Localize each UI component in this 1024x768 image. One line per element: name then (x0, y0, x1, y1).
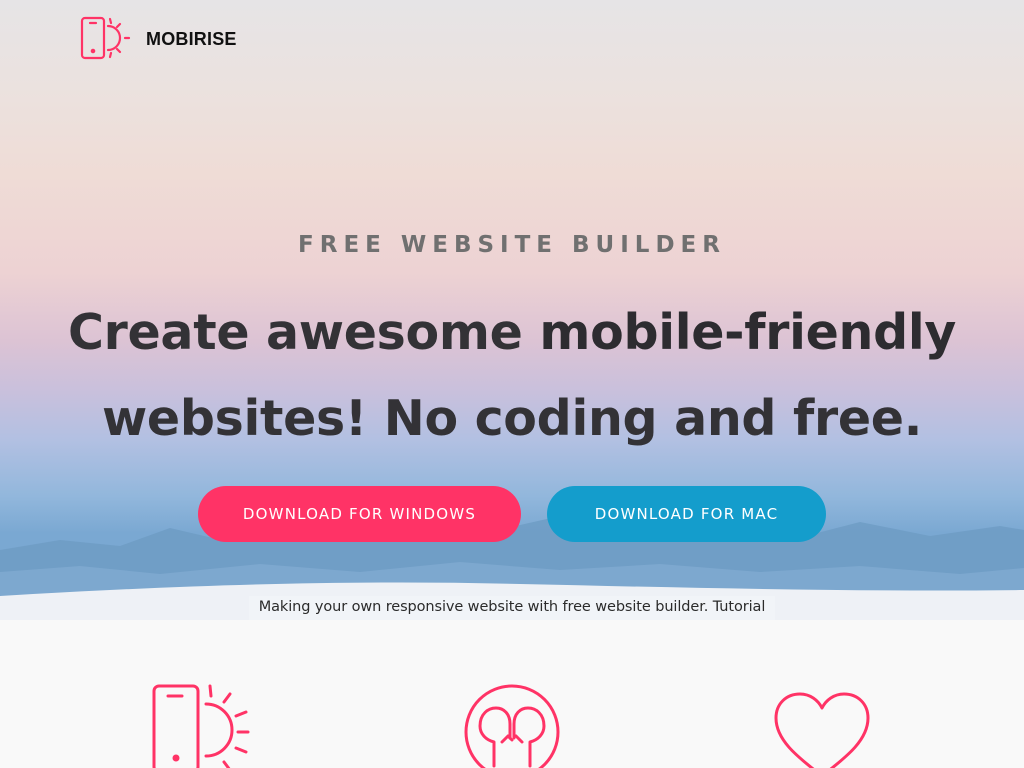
heart-icon (774, 692, 870, 768)
headline-rest: websites! No coding and free. (101, 390, 923, 447)
video-caption[interactable]: Making your own responsive website with … (249, 596, 775, 620)
headline-bold: mobile-friendly (539, 304, 957, 361)
download-windows-button[interactable]: DOWNLOAD FOR WINDOWS (198, 486, 521, 542)
brand-name[interactable]: MOBIRISE (146, 29, 237, 50)
mobile-sun-icon (152, 684, 250, 768)
hero-headline: Create awesome mobile-friendly websites!… (40, 290, 984, 462)
mobile-sun-icon[interactable] (80, 16, 132, 60)
hero-section: MOBIRISE FREE WEBSITE BUILDER Create awe… (0, 0, 1024, 620)
headline-regular: Create awesome (67, 304, 540, 361)
touch-gesture-icon (464, 684, 560, 768)
hero-kicker: FREE WEBSITE BUILDER (298, 232, 726, 258)
features-section (0, 620, 1024, 768)
download-mac-button[interactable]: DOWNLOAD FOR MAC (547, 486, 826, 542)
